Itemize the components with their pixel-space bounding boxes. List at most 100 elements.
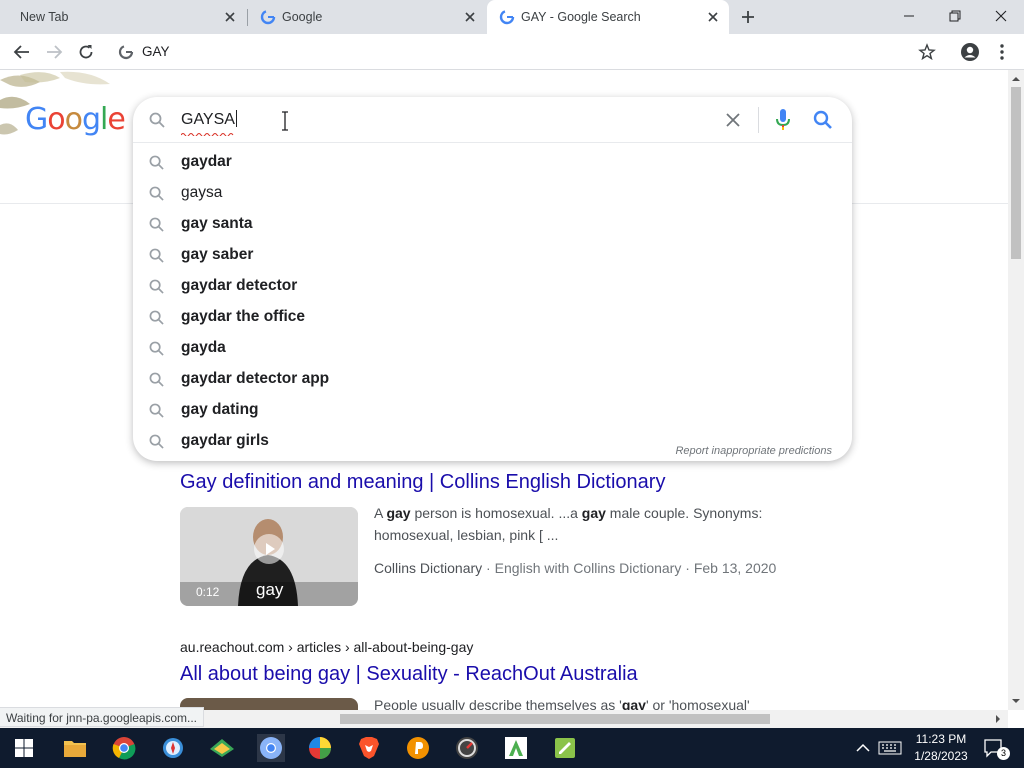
orange-app-icon[interactable] bbox=[404, 734, 432, 762]
clock-time: 11:23 PM bbox=[915, 732, 967, 746]
tab-title: Google bbox=[282, 10, 323, 24]
suggestion-item[interactable]: gaysa bbox=[133, 178, 852, 209]
green-a-app-icon[interactable] bbox=[502, 734, 530, 762]
logo-letter: o bbox=[64, 102, 83, 137]
profile-avatar-icon[interactable] bbox=[958, 40, 982, 64]
google-logo[interactable]: Google bbox=[25, 102, 126, 137]
chrome-icon[interactable] bbox=[110, 734, 138, 762]
suggestion-item[interactable]: gay dating bbox=[133, 395, 852, 426]
suggestion-item[interactable]: gay saber bbox=[133, 240, 852, 271]
notification-count-badge: 3 bbox=[997, 747, 1010, 760]
vertical-scrollbar[interactable] bbox=[1008, 70, 1024, 710]
file-explorer-icon[interactable] bbox=[61, 734, 89, 762]
result-title-link[interactable]: All about being gay | Sexuality - ReachO… bbox=[180, 663, 638, 686]
result-snippet: A gay person is homosexual. ...a gay mal… bbox=[374, 505, 763, 543]
windows-start-icon[interactable] bbox=[10, 734, 38, 762]
scrollbar-thumb[interactable] bbox=[340, 714, 770, 724]
video-thumbnail[interactable]: 0:12 gay bbox=[180, 507, 358, 606]
google-favicon-icon bbox=[499, 9, 515, 25]
scroll-right-icon[interactable] bbox=[991, 710, 1005, 728]
speedometer-app-icon[interactable] bbox=[453, 734, 481, 762]
play-icon[interactable] bbox=[254, 534, 284, 564]
scroll-up-icon[interactable] bbox=[1008, 72, 1024, 86]
suggestion-text: gaydar detector app bbox=[181, 370, 330, 387]
scroll-down-icon[interactable] bbox=[1008, 694, 1024, 708]
tab-title: New Tab bbox=[20, 10, 69, 24]
back-arrow-icon[interactable] bbox=[10, 40, 34, 64]
search-icon bbox=[149, 112, 165, 128]
suggestion-item[interactable]: gaydar detector bbox=[133, 271, 852, 302]
clear-x-icon[interactable] bbox=[724, 111, 742, 129]
green-note-app-icon[interactable] bbox=[551, 734, 579, 762]
suggestion-text: gaydar the office bbox=[181, 308, 306, 325]
logo-letter: o bbox=[47, 102, 65, 137]
status-bubble: Waiting for jnn-pa.googleapis.com... bbox=[0, 707, 204, 727]
search-icon bbox=[149, 310, 164, 325]
chevron-up-icon[interactable] bbox=[849, 734, 877, 762]
search-icon bbox=[149, 155, 164, 170]
logo-letter: g bbox=[81, 102, 101, 137]
close-icon[interactable] bbox=[462, 9, 478, 25]
colorful-app-icon[interactable] bbox=[306, 734, 334, 762]
suggestion-text: gay dating bbox=[181, 401, 259, 418]
tab-gay-google-search[interactable]: GAY - Google Search bbox=[487, 0, 729, 34]
tab-new-tab[interactable]: New Tab bbox=[0, 0, 246, 34]
video-duration: 0:12 bbox=[196, 585, 220, 599]
result-cite-url[interactable]: au.reachout.com › articles › all-about-b… bbox=[180, 639, 473, 655]
chrome-active-icon[interactable] bbox=[257, 734, 285, 762]
close-icon[interactable] bbox=[705, 9, 721, 25]
result-title-link[interactable]: Gay definition and meaning | Collins Eng… bbox=[180, 471, 665, 494]
search-icon bbox=[149, 217, 164, 232]
close-icon[interactable] bbox=[222, 9, 238, 25]
suggestion-text: gaydar detector bbox=[181, 277, 298, 294]
notification-center-icon[interactable]: 3 bbox=[980, 734, 1010, 762]
search-icon bbox=[149, 279, 164, 294]
report-predictions-link[interactable]: Report inappropriate predictions bbox=[675, 445, 832, 457]
minimize-button[interactable] bbox=[886, 0, 932, 32]
brave-browser-icon[interactable] bbox=[355, 734, 383, 762]
result-thumbnail[interactable] bbox=[180, 698, 358, 710]
address-bar-text[interactable]: GAY bbox=[142, 44, 170, 59]
suggestion-text: gaysa bbox=[181, 184, 223, 201]
search-input[interactable]: GAYSA bbox=[181, 110, 581, 129]
search-icon bbox=[149, 186, 164, 201]
bookmark-star-icon[interactable] bbox=[918, 43, 936, 61]
suggestion-item[interactable]: gaydar bbox=[133, 147, 852, 178]
restore-button[interactable] bbox=[932, 0, 978, 32]
suggestion-item[interactable]: gaydar detector app bbox=[133, 364, 852, 395]
search-icon bbox=[149, 248, 164, 263]
logo-letter: e bbox=[107, 102, 125, 137]
suggestion-item[interactable]: gay santa bbox=[133, 209, 852, 240]
search-icon bbox=[149, 372, 164, 387]
microphone-icon[interactable] bbox=[774, 108, 792, 132]
tab-google[interactable]: Google bbox=[248, 0, 486, 34]
new-tab-plus-icon[interactable] bbox=[736, 5, 760, 29]
system-clock[interactable]: 11:23 PM 1/28/2023 bbox=[910, 731, 972, 765]
suggestion-item[interactable]: gaydar the office bbox=[133, 302, 852, 333]
suggestion-text: gay santa bbox=[181, 215, 253, 232]
reload-icon[interactable] bbox=[74, 40, 98, 64]
keyboard-icon[interactable] bbox=[876, 734, 904, 762]
search-autocomplete-box: GAYSA gaydar gaysa gay santa gay saber gayda… bbox=[133, 97, 852, 461]
google-favicon-icon bbox=[260, 9, 276, 25]
clock-date: 1/28/2023 bbox=[914, 749, 968, 763]
close-window-button[interactable] bbox=[978, 0, 1024, 32]
menu-kebab-icon[interactable] bbox=[990, 40, 1014, 64]
maps-app-icon[interactable] bbox=[208, 734, 236, 762]
suggestion-text: gayda bbox=[181, 339, 226, 356]
tab-title: GAY - Google Search bbox=[521, 10, 641, 24]
scrollbar-thumb[interactable] bbox=[1011, 87, 1021, 259]
video-caption: gay bbox=[256, 580, 284, 599]
logo-letter: G bbox=[25, 102, 48, 137]
search-icon bbox=[149, 341, 164, 356]
compass-browser-icon[interactable] bbox=[159, 734, 187, 762]
google-g-icon bbox=[118, 44, 134, 60]
tab-strip: New Tab Google GAY - Google Search bbox=[0, 0, 1024, 34]
browser-toolbar: GAY bbox=[0, 34, 1024, 70]
address-bar[interactable]: GAY bbox=[110, 38, 952, 66]
spellcheck-squiggle bbox=[181, 133, 234, 136]
suggestion-text: gay saber bbox=[181, 246, 254, 263]
suggestion-item[interactable]: gayda bbox=[133, 333, 852, 364]
forward-arrow-icon[interactable] bbox=[42, 40, 66, 64]
search-submit-icon[interactable] bbox=[813, 110, 833, 130]
